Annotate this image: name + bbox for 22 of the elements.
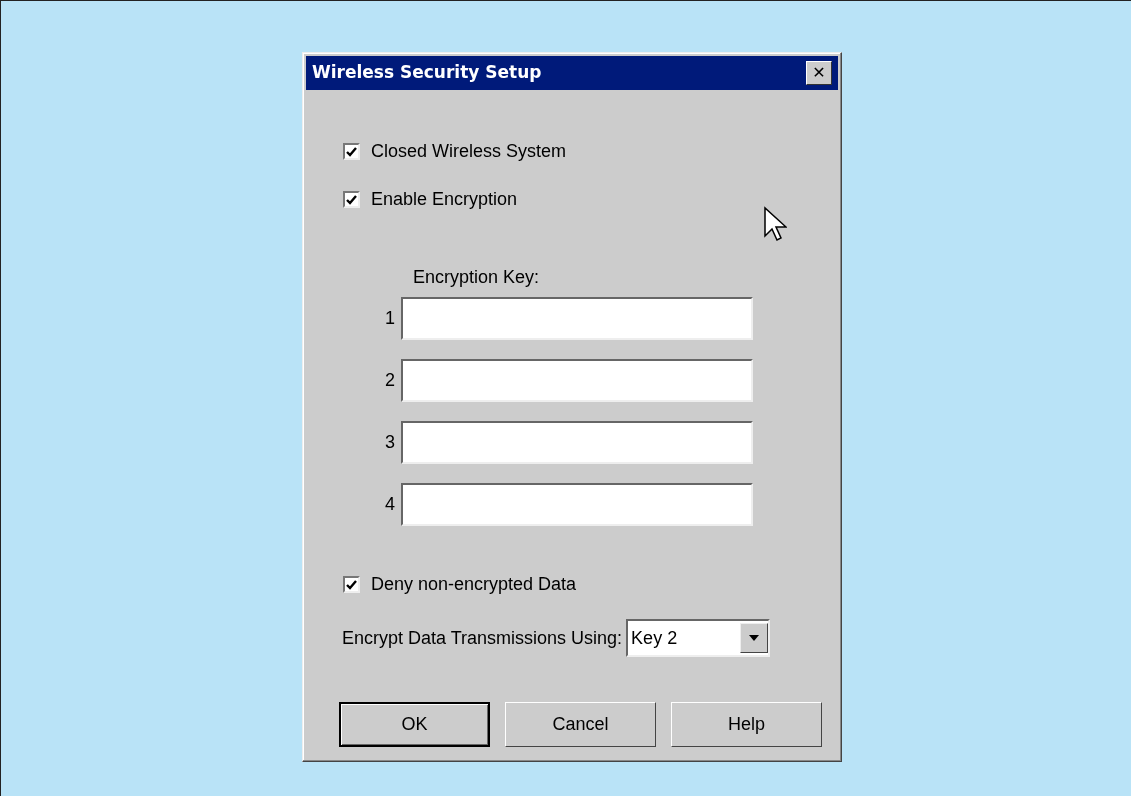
key-dropdown[interactable]: Key 2 <box>626 619 771 657</box>
key-number: 2 <box>384 369 395 392</box>
key-input-field[interactable] <box>401 483 753 526</box>
checkbox[interactable] <box>343 576 360 593</box>
checkbox-label: Enable Encryption <box>371 188 518 211</box>
key-number: 4 <box>384 493 395 516</box>
key-number: 3 <box>384 431 395 454</box>
checkbox-label: Closed Wireless System <box>371 140 567 163</box>
transmission-key-label: Encrypt Data Transmissions Using: <box>342 626 623 650</box>
checkbox-label: Deny non-encrypted Data <box>371 573 577 596</box>
key-input-field[interactable] <box>401 421 753 464</box>
window-title: Wireless Security Setup <box>312 61 542 85</box>
dialog-button[interactable]: OK <box>339 702 490 747</box>
key-number: 1 <box>384 307 395 330</box>
close-button[interactable]: ✕ <box>806 61 832 85</box>
key-input-field[interactable] <box>401 297 753 340</box>
checkbox[interactable] <box>343 143 360 160</box>
dialog-button[interactable]: Help <box>671 702 822 747</box>
dialog-button[interactable]: Cancel <box>505 702 656 747</box>
key-input-field[interactable] <box>401 359 753 402</box>
encryption-key-label: Encryption Key: <box>413 267 540 287</box>
checkbox[interactable] <box>343 191 360 208</box>
